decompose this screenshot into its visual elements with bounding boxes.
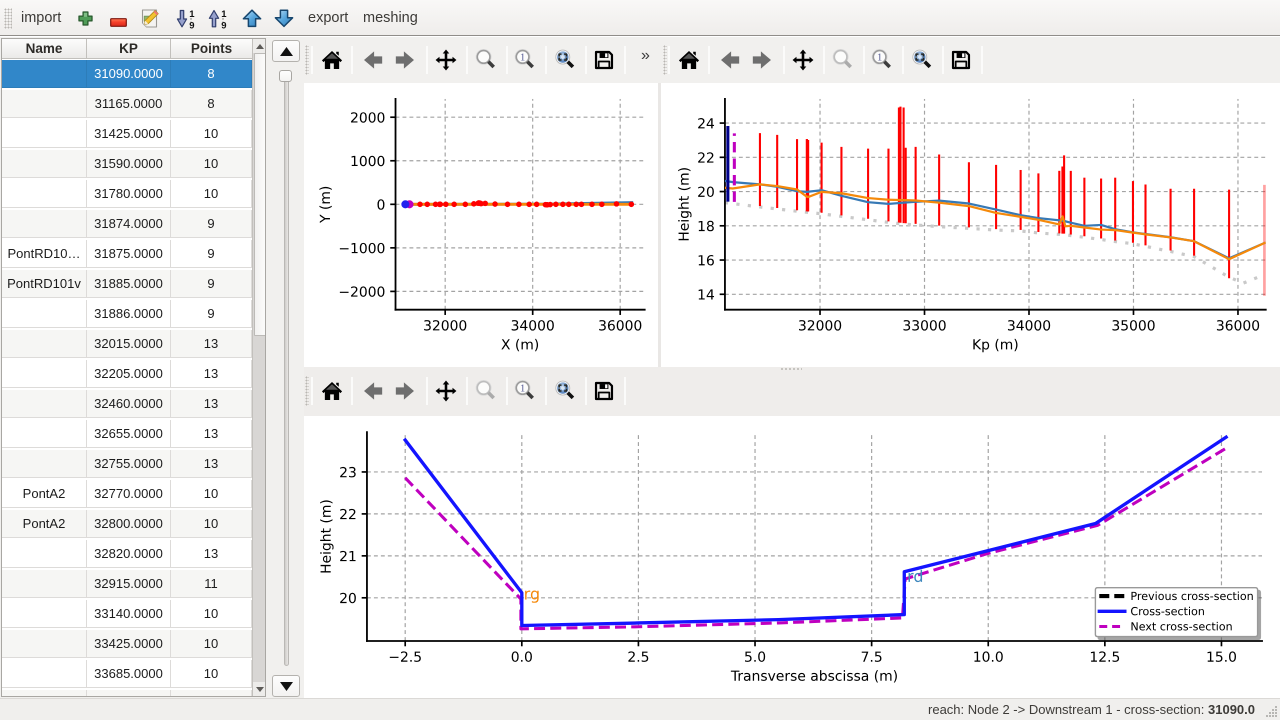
svg-text:1: 1 [221,9,227,20]
svg-text:1: 1 [189,9,195,20]
svg-text:9: 9 [221,21,226,29]
svg-text:1: 1 [520,384,525,395]
svg-text:9: 9 [189,21,194,29]
svg-text:1: 1 [520,53,525,64]
svg-text:1: 1 [877,53,882,64]
